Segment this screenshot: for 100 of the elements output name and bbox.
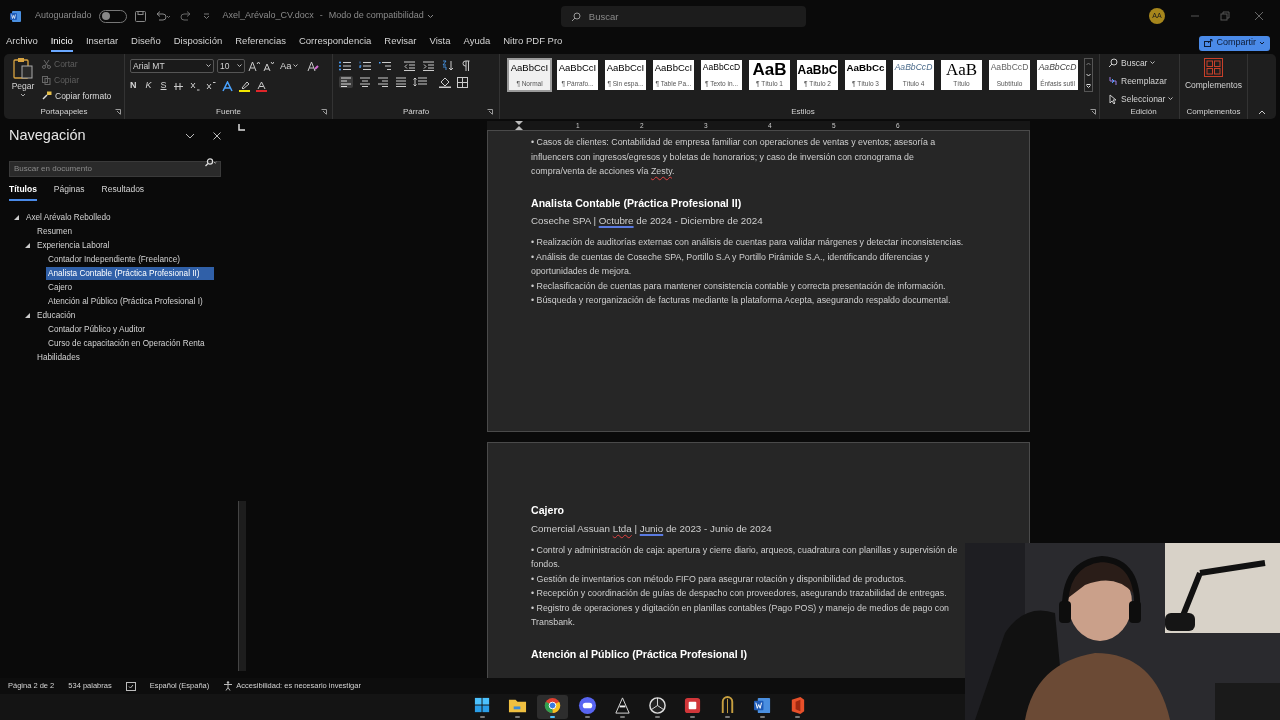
undo-icon[interactable]: [154, 10, 171, 22]
heading-item[interactable]: Experiencia Laboral: [35, 239, 112, 252]
copy-icon[interactable]: [42, 75, 51, 85]
save-icon[interactable]: [134, 10, 146, 22]
menu-tab[interactable]: Ayuda: [463, 34, 491, 52]
document-app-icon[interactable]: [753, 696, 772, 715]
addins-button[interactable]: Complementos: [1184, 79, 1243, 92]
increase-indent-icon[interactable]: [423, 60, 434, 71]
start-icon[interactable]: [473, 696, 492, 715]
scissors-icon[interactable]: [42, 59, 51, 69]
menu-tab[interactable]: Inicio: [50, 34, 73, 52]
search-field[interactable]: Buscar en documento: [9, 160, 221, 177]
heading-item[interactable]: Contador Público y Auditor: [46, 323, 147, 336]
section-heading: Analista Contable (Práctica Profesional II): [531, 195, 743, 211]
heading-item[interactable]: Contador Independiente (Freelance): [46, 253, 182, 266]
paintbrush-icon[interactable]: [42, 91, 52, 101]
heading-item[interactable]: Analista Contable (Práctica Profesional II): [46, 267, 214, 281]
dialog-launcher-icon[interactable]: [1090, 109, 1096, 115]
chevron-icon[interactable]: [185, 133, 195, 139]
redo-icon[interactable]: [179, 10, 192, 22]
bullet-paragraph: • Reclasificación de cuentas para mantener consistencia contable y correcta presentación de información.: [531, 279, 947, 293]
ruler-tab-icon[interactable]: [238, 124, 245, 131]
collapse-ribbon-icon[interactable]: [1258, 110, 1266, 115]
align-right-icon[interactable]: [377, 77, 389, 87]
accessibility-icon[interactable]: [223, 681, 234, 691]
heading-item[interactable]: Axel Arévalo Rebolledo: [24, 211, 113, 224]
subscript-icon[interactable]: [189, 81, 200, 91]
bullet-paragraph: • Realización de auditorías externas con análisis de cuentas para validar márgenes y detectar inconsistencias.: [531, 236, 965, 250]
change-case-button[interactable]: Aa: [280, 59, 298, 74]
font-color-icon[interactable]: [255, 80, 267, 92]
font-name-field[interactable]: Arial MT: [130, 59, 214, 74]
shading-icon[interactable]: [439, 76, 451, 88]
numbering-icon[interactable]: [359, 60, 371, 71]
chat-icon[interactable]: [578, 696, 597, 715]
proofing-icon[interactable]: [125, 681, 136, 691]
caret-icon[interactable]: [426, 13, 434, 19]
highlighter-icon[interactable]: [238, 80, 250, 92]
menu-tab[interactable]: Revisar: [384, 34, 417, 52]
menu-tab[interactable]: Archivo: [6, 34, 38, 52]
align-left-icon[interactable]: [339, 76, 353, 88]
dialog-launcher-icon[interactable]: [115, 109, 121, 115]
menu-tab[interactable]: Diseño: [131, 34, 161, 52]
sort-icon[interactable]: [442, 60, 454, 71]
decrease-indent-icon[interactable]: [404, 60, 415, 71]
menu-tab[interactable]: Disposición: [173, 34, 223, 52]
multilevel-list-icon[interactable]: [379, 60, 391, 71]
clear-formatting-icon[interactable]: [306, 60, 319, 72]
paste-button[interactable]: Pegar: [11, 80, 35, 93]
search-field[interactable]: Buscar: [560, 5, 806, 27]
borders-icon[interactable]: [457, 76, 468, 88]
superscript-icon[interactable]: [205, 81, 216, 91]
aperture-icon[interactable]: [648, 696, 667, 715]
italic-button[interactable]: K: [145, 79, 152, 93]
format-painter-button[interactable]: Copiar formato: [55, 89, 112, 103]
more-styles-icon[interactable]: [1086, 83, 1091, 88]
justify-icon[interactable]: [395, 77, 407, 87]
dialog-launcher-icon[interactable]: [487, 109, 493, 115]
pane-tab[interactable]: Resultados: [101, 183, 145, 201]
heading-item[interactable]: Habilidades: [35, 351, 82, 364]
expanded-triangle-icon[interactable]: [14, 215, 19, 221]
pane-tab[interactable]: Títulos: [9, 183, 37, 201]
strikethrough-icon[interactable]: [172, 81, 184, 91]
menu-tab[interactable]: Referencias: [235, 34, 286, 52]
heading-item[interactable]: Cajero: [46, 281, 75, 294]
replace-button[interactable]: Reemplazar: [1108, 74, 1179, 88]
shrink-font-icon[interactable]: [263, 60, 274, 72]
expanded-triangle-icon[interactable]: [25, 313, 30, 319]
indent-marker-icon[interactable]: [515, 121, 523, 130]
menu-tab[interactable]: Nitro PDF Pro: [503, 34, 563, 52]
find-button[interactable]: Buscar: [1108, 57, 1179, 70]
pane-tab[interactable]: Páginas: [53, 183, 85, 201]
heading-item[interactable]: Educación: [35, 309, 78, 322]
close-icon[interactable]: [213, 132, 221, 140]
select-button[interactable]: Seleccionar: [1108, 92, 1179, 106]
gallery-scroll-control[interactable]: [1084, 58, 1093, 92]
heading-item[interactable]: Resumen: [35, 225, 75, 238]
menu-tab[interactable]: Vista: [429, 34, 451, 52]
heading-item[interactable]: Curso de capacitación en Operación Renta: [46, 337, 207, 350]
dialog-launcher-icon[interactable]: [321, 109, 327, 115]
expanded-triangle-icon[interactable]: [25, 243, 30, 249]
menu-tab[interactable]: Insertar: [85, 34, 119, 52]
font-size-field[interactable]: 10: [217, 59, 245, 74]
scroll-down-icon[interactable]: [1086, 73, 1091, 77]
share-button[interactable]: Compartir: [1199, 35, 1270, 51]
line-spacing-icon[interactable]: [413, 77, 427, 87]
bold-button[interactable]: N: [130, 79, 137, 93]
customize-toolbar-icon[interactable]: [202, 12, 210, 20]
clipboard-icon[interactable]: [13, 57, 33, 79]
text-effects-icon[interactable]: [221, 80, 233, 92]
bullets-icon[interactable]: [339, 60, 351, 71]
menu-tab[interactable]: Correspondencia: [298, 34, 372, 52]
compatibility-mode-label[interactable]: Modo de compatibilidad: [328, 9, 424, 23]
pilcrow-icon[interactable]: [462, 60, 470, 71]
browser-icon[interactable]: [543, 696, 562, 715]
align-center-icon[interactable]: [359, 77, 371, 87]
heading-item[interactable]: Atención al Público (Práctica Profesional I): [46, 295, 205, 308]
grid-icon[interactable]: [1204, 58, 1223, 77]
caret-icon[interactable]: [20, 92, 26, 97]
grow-font-icon[interactable]: [248, 60, 260, 72]
underline-button[interactable]: S: [160, 79, 167, 93]
